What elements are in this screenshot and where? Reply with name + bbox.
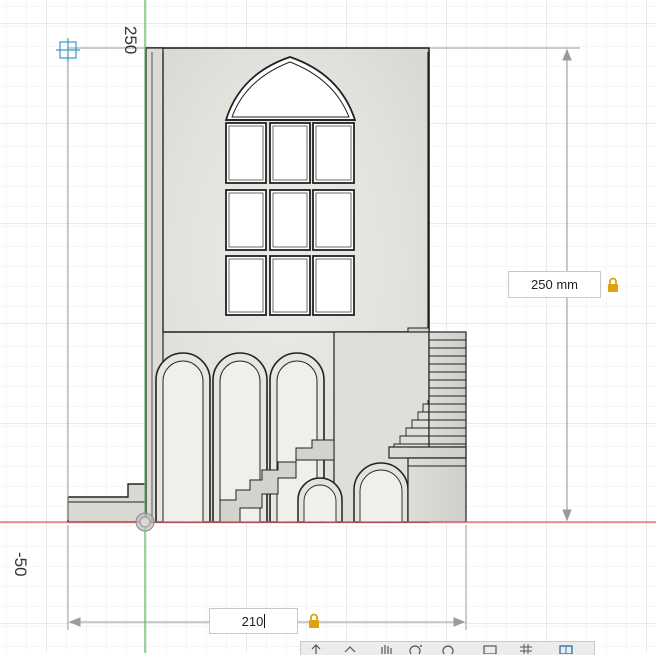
height-axis-label: 250 [121, 26, 140, 55]
height-dimension-box[interactable]: 250 mm [508, 271, 601, 298]
pivot-circle-icon[interactable] [135, 512, 155, 532]
height-dimension-value: 250 mm [531, 277, 578, 292]
lock-icon[interactable] [307, 613, 321, 629]
origin-crosshair-icon[interactable] [56, 38, 80, 62]
width-dimension-value: 210 [241, 613, 264, 629]
lock-icon[interactable] [606, 277, 620, 293]
window-grid [225, 122, 355, 316]
width-dimension-input[interactable]: 210 [209, 608, 298, 634]
negative-axis-label: -50 [11, 552, 30, 577]
design-canvas[interactable] [0, 0, 656, 653]
text-caret [264, 614, 266, 628]
